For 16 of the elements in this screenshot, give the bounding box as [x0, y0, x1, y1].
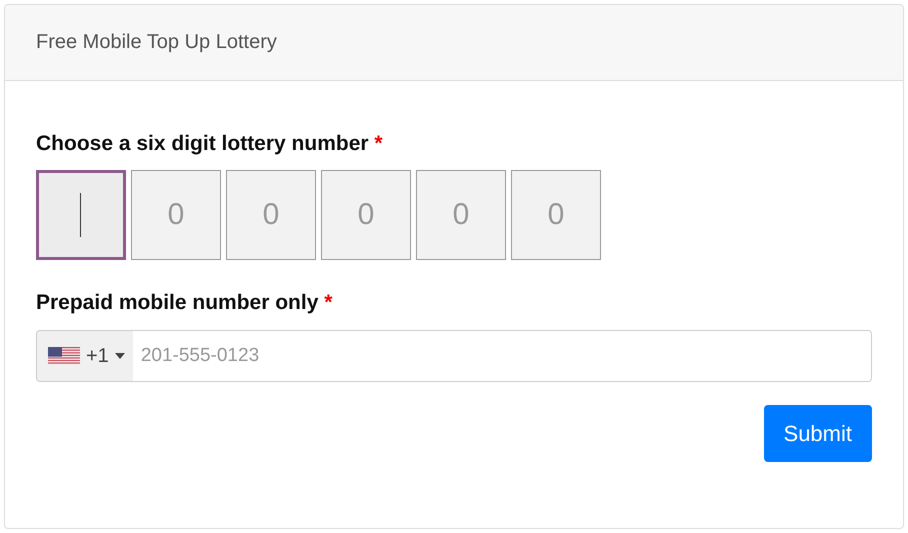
flag-icon [48, 347, 80, 365]
digit-field[interactable]: 0 [226, 170, 316, 260]
phone-field[interactable]: +1 201-555-0123 [36, 330, 872, 382]
digit-field[interactable]: 0 [131, 170, 221, 260]
field-label: Choose a six digit lottery number * [36, 131, 384, 157]
caret-icon [114, 353, 125, 359]
dial-code: +1 [86, 344, 109, 368]
card-title: Free Mobile Top Up Lottery [36, 31, 277, 54]
digit-field[interactable] [36, 170, 126, 260]
digit-field[interactable]: 0 [416, 170, 506, 260]
digit-field[interactable]: 0 [321, 170, 411, 260]
submit-button[interactable]: Submit [764, 405, 872, 462]
text-cursor-icon [80, 193, 81, 237]
country-selector[interactable]: +1 [37, 331, 133, 381]
digit-field[interactable]: 0 [511, 170, 601, 260]
field-label: Prepaid mobile number only * [36, 290, 334, 316]
